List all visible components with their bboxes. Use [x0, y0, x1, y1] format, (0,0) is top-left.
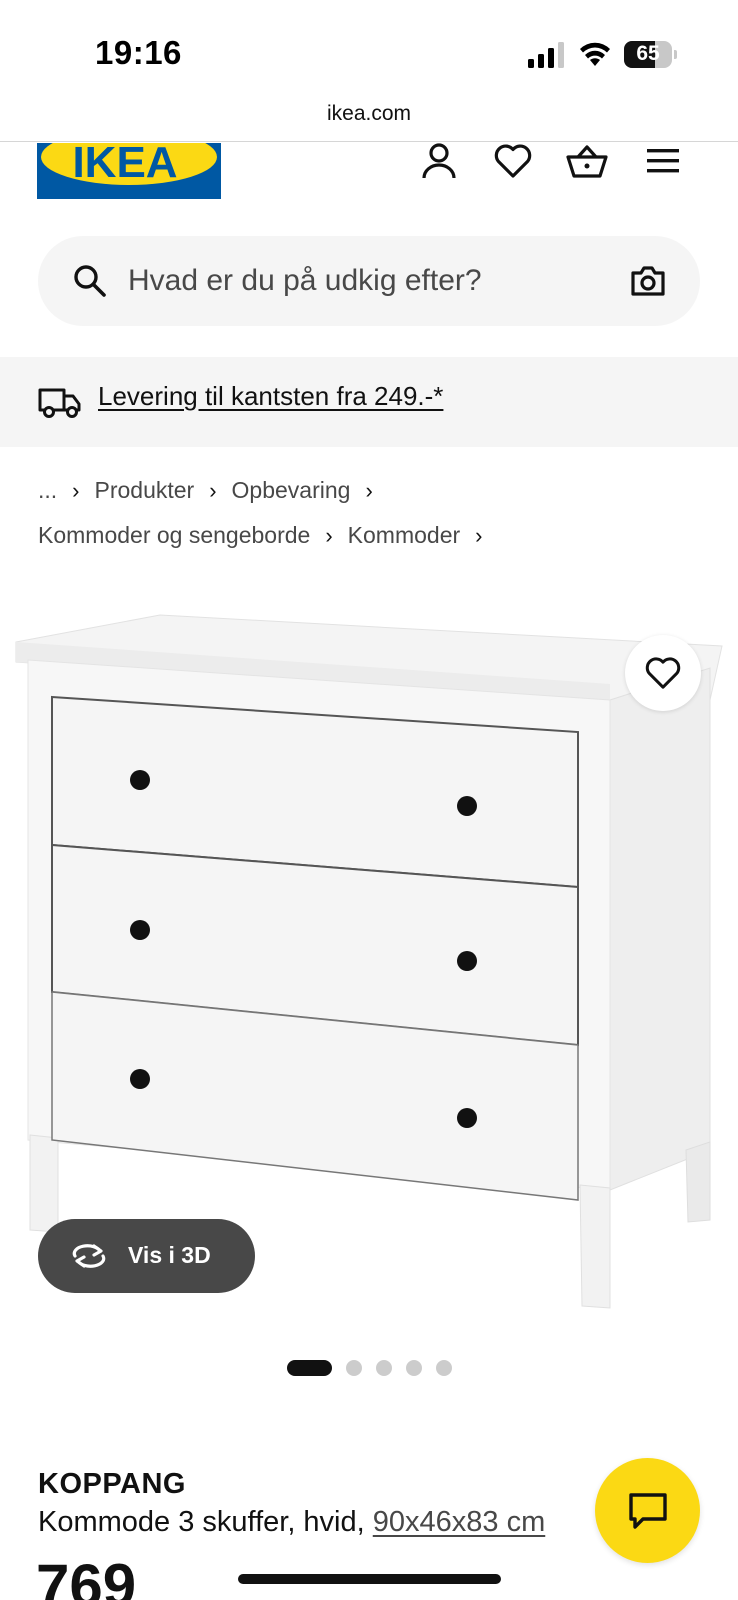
product-price: 769 [36, 1552, 137, 1600]
breadcrumb-item-more[interactable]: ... [38, 468, 57, 513]
search-input[interactable] [128, 263, 598, 299]
product-size-link[interactable]: 90x46x83 cm [373, 1506, 546, 1538]
delivery-banner: Levering til kantsten fra 249.-* [0, 357, 738, 447]
add-to-favourites-button[interactable] [625, 635, 701, 711]
rotate-3d-icon [72, 1244, 106, 1268]
battery-percent: 65 [636, 42, 660, 65]
breadcrumb-separator: › [209, 478, 217, 503]
breadcrumb-item-produkter[interactable]: Produkter [95, 468, 195, 513]
cellular-signal-icon [528, 42, 564, 68]
breadcrumb-separator: › [72, 478, 80, 503]
breadcrumb-separator: › [365, 478, 373, 503]
product-name: KOPPANG [38, 1468, 186, 1500]
product-description-text: Kommode 3 skuffer, hvid, [38, 1506, 373, 1538]
wifi-icon [580, 42, 610, 66]
battery-icon: 65 [624, 41, 677, 68]
delivery-link[interactable]: Levering til kantsten fra 249.-* [98, 381, 443, 412]
camera-search-icon[interactable] [628, 261, 668, 301]
carousel-pagination[interactable] [287, 1360, 452, 1376]
status-time: 19:16 [95, 34, 182, 71]
status-bar: 19:16 65 [0, 0, 738, 100]
breadcrumb-item-opbevaring[interactable]: Opbevaring [232, 468, 351, 513]
breadcrumb-separator: › [475, 523, 483, 548]
profile-icon[interactable] [418, 140, 460, 182]
search-box[interactable] [38, 236, 700, 326]
carousel-dot-3[interactable] [376, 1360, 392, 1376]
chat-button[interactable] [595, 1458, 700, 1563]
breadcrumb-item-kommoder[interactable]: Kommoder [348, 513, 460, 558]
search-icon[interactable] [72, 263, 108, 299]
home-indicator[interactable] [238, 1574, 501, 1584]
url-text[interactable]: ikea.com [0, 102, 738, 126]
product-description: Kommode 3 skuffer, hvid, 90x46x83 cm [38, 1506, 545, 1539]
ikea-logo-mark: IKEA [41, 143, 217, 187]
favourites-heart-icon[interactable] [492, 140, 534, 182]
carousel-dot-2[interactable] [346, 1360, 362, 1376]
view-in-3d-label: Vis i 3D [128, 1242, 211, 1268]
ikea-logo[interactable]: IKEA [37, 143, 221, 199]
carousel-dot-4[interactable] [406, 1360, 422, 1376]
view-in-3d-button[interactable]: Vis i 3D [38, 1219, 255, 1293]
product-image[interactable] [0, 600, 738, 1320]
shopping-basket-icon[interactable] [566, 140, 608, 182]
breadcrumb-row-2: Kommoder og sengeborde › Kommoder › [38, 513, 718, 558]
breadcrumb: ... › Produkter › Opbevaring › Kommoder … [38, 468, 718, 558]
logo-text: IKEA [72, 143, 177, 187]
chat-bubble-icon [628, 1492, 667, 1529]
delivery-truck-icon [38, 388, 81, 418]
breadcrumb-item-kommoder-og-sengeborde[interactable]: Kommoder og sengeborde [38, 513, 310, 558]
hamburger-menu-icon[interactable] [642, 140, 684, 182]
heart-icon [645, 657, 681, 689]
carousel-dot-5[interactable] [436, 1360, 452, 1376]
carousel-dot-1[interactable] [287, 1360, 332, 1376]
breadcrumb-separator: › [325, 523, 333, 548]
browser-url-bar[interactable]: ikea.com [0, 100, 738, 142]
breadcrumb-row-1: ... › Produkter › Opbevaring › [38, 468, 718, 513]
